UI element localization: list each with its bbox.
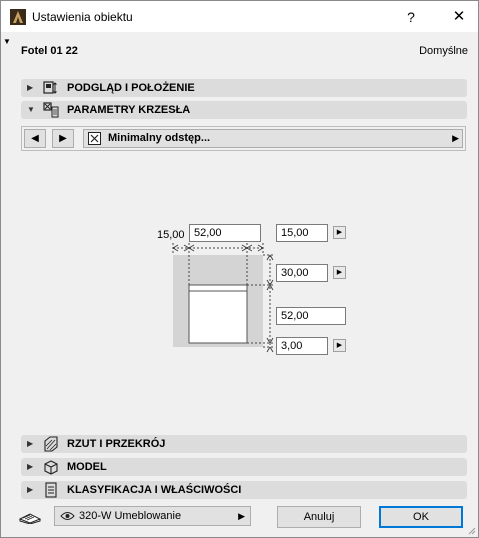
furniture-icon <box>19 513 41 524</box>
section-icon <box>44 436 58 452</box>
select-arrow-icon: ▶ <box>452 133 459 143</box>
collapsed-triangle-icon: ▶ <box>27 83 34 92</box>
panel-classification-header[interactable]: ▶ KLASYFIKACJA I WŁAŚCIWOŚCI <box>21 481 467 499</box>
chair-params-icon <box>43 102 59 118</box>
close-button[interactable]: ✕ <box>441 5 477 29</box>
prev-arrow-icon[interactable]: ◀ <box>24 129 46 148</box>
expand-arrow-icon[interactable]: ▼ <box>3 37 11 46</box>
ok-button[interactable]: OK <box>379 506 463 528</box>
window-title: Ustawienia obiektu <box>32 10 133 24</box>
chair-clearance-panel: 15,00 52,00 15,00 ▶ 30,00 ▶ 52,00 3,00 ▶ <box>21 151 466 431</box>
panel-model-header[interactable]: ▶ MODEL <box>21 458 467 476</box>
panel-model-label: MODEL <box>67 461 107 473</box>
default-label[interactable]: Domyślne <box>419 45 468 57</box>
expanded-triangle-icon: ▼ <box>27 105 35 114</box>
panel-preview-label: PODGLĄD I POŁOŻENIE <box>67 82 195 94</box>
panel-preview-header[interactable]: ▶ PODGLĄD I POŁOŻENIE <box>21 79 467 97</box>
left-gap-label: 15,00 <box>157 229 185 241</box>
panel-classification-label: KLASYFIKACJA I WŁAŚCIWOŚCI <box>67 484 242 496</box>
right-gap-field[interactable]: 15,00 <box>276 224 328 242</box>
layer-eye-icon <box>60 512 75 520</box>
collapsed-triangle-icon: ▶ <box>27 439 34 448</box>
help-button[interactable]: ? <box>393 5 429 29</box>
title-bar: Ustawienia obiektu ? ✕ <box>1 1 478 32</box>
chair-shape <box>188 284 248 344</box>
resize-grip-icon[interactable] <box>466 525 476 535</box>
bottom-gap-arrow-icon[interactable]: ▶ <box>333 339 346 352</box>
model-icon <box>44 460 58 475</box>
collapsed-triangle-icon: ▶ <box>27 485 34 494</box>
param-select[interactable]: Minimalny odstęp... ▶ <box>83 129 463 148</box>
preview-icon <box>43 81 57 94</box>
panel-chair-header[interactable]: ▼ PARAMETRY KRZESŁA <box>21 101 467 119</box>
object-name: Fotel 01 22 <box>21 45 78 57</box>
clearance-diagram <box>172 243 275 353</box>
depth-field[interactable]: 52,00 <box>276 307 346 325</box>
layer-select-label: 320-W Umeblowanie <box>79 510 182 522</box>
param-icon <box>88 132 101 145</box>
top-gap-arrow-icon[interactable]: ▶ <box>333 266 346 279</box>
width-field[interactable]: 52,00 <box>189 224 261 242</box>
app-icon <box>10 9 26 25</box>
object-settings-dialog: Ustawienia obiektu ? ✕ ▼ Fotel 01 22 Dom… <box>0 0 479 538</box>
param-navigation-bar: ◀ ▶ Minimalny odstęp... ▶ <box>21 126 466 151</box>
cancel-button[interactable]: Anuluj <box>277 506 361 528</box>
panel-chair-label: PARAMETRY KRZESŁA <box>67 104 191 116</box>
panel-plan-label: RZUT I PRZEKRÓJ <box>67 438 166 450</box>
right-gap-arrow-icon[interactable]: ▶ <box>333 226 346 239</box>
layer-select-arrow-icon: ▶ <box>238 511 245 521</box>
panel-plan-header[interactable]: ▶ RZUT I PRZEKRÓJ <box>21 435 467 453</box>
classification-icon <box>45 482 57 498</box>
layer-select[interactable]: 320-W Umeblowanie ▶ <box>54 506 251 526</box>
next-arrow-icon[interactable]: ▶ <box>52 129 74 148</box>
bottom-gap-field[interactable]: 3,00 <box>276 337 328 355</box>
param-select-label: Minimalny odstęp... <box>108 132 211 144</box>
top-gap-field[interactable]: 30,00 <box>276 264 328 282</box>
collapsed-triangle-icon: ▶ <box>27 462 34 471</box>
